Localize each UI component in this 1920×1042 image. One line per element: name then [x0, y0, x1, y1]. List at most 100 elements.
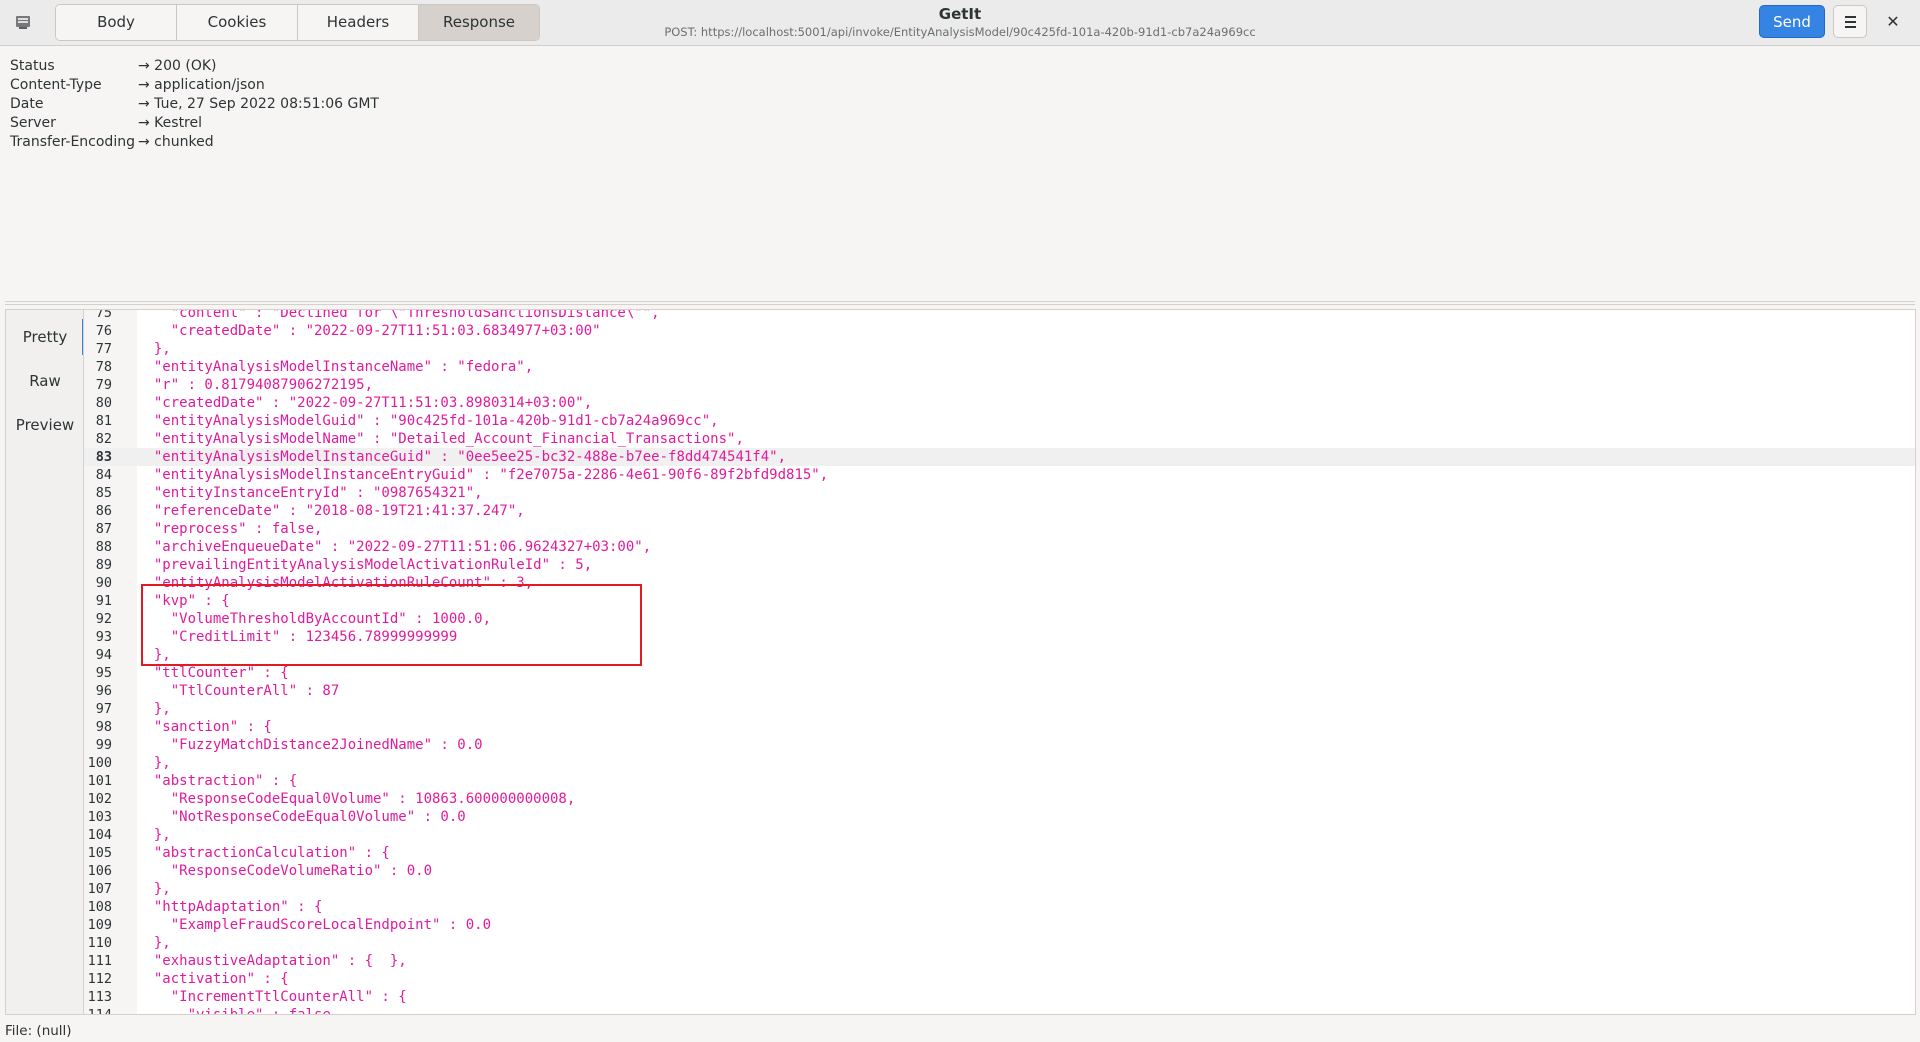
send-button[interactable]: Send	[1759, 5, 1825, 38]
line-text: "TtlCounterAll" : 87	[137, 683, 340, 699]
line-text: "abstraction" : {	[137, 773, 298, 789]
line-number: 107	[87, 881, 112, 897]
line-number: 108	[87, 899, 112, 915]
status-bar: File: (null)	[5, 1023, 72, 1039]
line-number: 111	[87, 953, 112, 969]
line-text: },	[137, 341, 171, 357]
code-line: 106 "ResponseCodeVolumeRatio" : 0.0	[84, 862, 1915, 880]
header-row: Content-Type → application/json	[10, 76, 379, 95]
header-value: → Tue, 27 Sep 2022 08:51:06 GMT	[138, 96, 379, 112]
line-text: "NotResponseCodeEqual0Volume" : 0.0	[137, 809, 466, 825]
tab-response[interactable]: Response	[419, 5, 539, 40]
code-line: 99 "FuzzyMatchDistance2JoinedName" : 0.0	[84, 736, 1915, 754]
line-text: "entityAnalysisModelInstanceGuid" : "0ee…	[137, 449, 787, 465]
tab-cookies[interactable]: Cookies	[177, 5, 298, 40]
line-text: "entityInstanceEntryId" : "0987654321",	[137, 485, 483, 501]
code-line: 105 "abstractionCalculation" : {	[84, 844, 1915, 862]
code-line: 110 },	[84, 934, 1915, 952]
tab-body[interactable]: Body	[56, 5, 177, 40]
code-line: 78 "entityAnalysisModelInstanceName" : "…	[84, 358, 1915, 376]
line-text: "entityAnalysisModelName" : "Detailed_Ac…	[137, 431, 744, 447]
line-text: "createdDate" : "2022-09-27T11:51:03.898…	[137, 395, 593, 411]
line-text: "createdDate" : "2022-09-27T11:51:03.683…	[137, 323, 601, 339]
code-line: 82 "entityAnalysisModelName" : "Detailed…	[84, 430, 1915, 448]
code-line: 97 },	[84, 700, 1915, 718]
line-text: "reprocess" : false,	[137, 521, 323, 537]
line-text: },	[137, 827, 171, 843]
line-number: 78	[95, 359, 112, 375]
line-number: 75	[95, 309, 112, 321]
header-name: Status	[10, 58, 55, 74]
line-number: 93	[95, 629, 112, 645]
line-text: "httpAdaptation" : {	[137, 899, 323, 915]
line-number: 84	[95, 467, 112, 483]
line-text: "entityAnalysisModelInstanceName" : "fed…	[137, 359, 534, 375]
close-icon[interactable]: ✕	[1882, 11, 1904, 33]
line-number: 83	[95, 449, 112, 465]
code-line: 80 "createdDate" : "2022-09-27T11:51:03.…	[84, 394, 1915, 412]
line-text: "prevailingEntityAnalysisModelActivation…	[137, 557, 593, 573]
window-title: GetIt	[938, 5, 982, 23]
line-number: 95	[95, 665, 112, 681]
line-text: },	[137, 701, 171, 717]
line-text: "ResponseCodeVolumeRatio" : 0.0	[137, 863, 433, 879]
code-line: 100 },	[84, 754, 1915, 772]
code-line: 103 "NotResponseCodeEqual0Volume" : 0.0	[84, 808, 1915, 826]
header-row: Server → Kestrel	[10, 114, 379, 133]
line-text: },	[137, 881, 171, 897]
tab-headers[interactable]: Headers	[298, 5, 419, 40]
code-line: 88 "archiveEnqueueDate" : "2022-09-27T11…	[84, 538, 1915, 556]
line-number: 101	[87, 773, 112, 789]
code-line: 101 "abstraction" : {	[84, 772, 1915, 790]
code-line: 87 "reprocess" : false,	[84, 520, 1915, 538]
view-mode-tabs: Pretty Raw Preview	[5, 309, 85, 1015]
line-number: 104	[87, 827, 112, 843]
tab-preview[interactable]: Preview	[6, 416, 84, 434]
line-text: },	[137, 755, 171, 771]
header-value: → 200 (OK)	[138, 58, 217, 74]
line-number: 106	[87, 863, 112, 879]
code-line: 77 },	[84, 340, 1915, 358]
code-line: 96 "TtlCounterAll" : 87	[84, 682, 1915, 700]
line-text: "entityAnalysisModelGuid" : "90c425fd-10…	[137, 413, 719, 429]
line-text: "content" : "Declined for \"ThresholdSan…	[137, 309, 660, 321]
pane-divider[interactable]	[5, 301, 1915, 305]
line-number: 92	[95, 611, 112, 627]
hamburger-menu-icon[interactable]	[1833, 5, 1867, 38]
line-number: 77	[95, 341, 112, 357]
header-row: Date → Tue, 27 Sep 2022 08:51:06 GMT	[10, 95, 379, 114]
app-icon	[16, 16, 30, 29]
code-line: 98 "sanction" : {	[84, 718, 1915, 736]
code-line: 112 "activation" : {	[84, 970, 1915, 988]
line-text: "entityAnalysisModelInstanceEntryGuid" :…	[137, 467, 829, 483]
header-name: Transfer-Encoding	[10, 134, 135, 150]
line-text: "archiveEnqueueDate" : "2022-09-27T11:51…	[137, 539, 652, 555]
line-text: "visible" : false,	[137, 1007, 340, 1015]
code-line: 76 "createdDate" : "2022-09-27T11:51:03.…	[84, 322, 1915, 340]
header-value: → Kestrel	[138, 115, 203, 131]
code-line: 95 "ttlCounter" : {	[84, 664, 1915, 682]
code-line: 85 "entityInstanceEntryId" : "0987654321…	[84, 484, 1915, 502]
line-number: 82	[95, 431, 112, 447]
code-line: 109 "ExampleFraudScoreLocalEndpoint" : 0…	[84, 916, 1915, 934]
line-number: 98	[95, 719, 112, 735]
line-text: "FuzzyMatchDistance2JoinedName" : 0.0	[137, 737, 483, 753]
line-text: "ResponseCodeEqual0Volume" : 10863.60000…	[137, 791, 576, 807]
line-number: 85	[95, 485, 112, 501]
line-number: 112	[87, 971, 112, 987]
code-line: 86 "referenceDate" : "2018-08-19T21:41:3…	[84, 502, 1915, 520]
header-name: Server	[10, 115, 56, 131]
line-number: 96	[95, 683, 112, 699]
request-tabs: Body Cookies Headers Response	[55, 4, 540, 41]
annotation-highlight-box	[141, 584, 642, 666]
tab-raw[interactable]: Raw	[6, 372, 84, 390]
line-text: "activation" : {	[137, 971, 289, 987]
line-text: "abstractionCalculation" : {	[137, 845, 390, 861]
line-number: 87	[95, 521, 112, 537]
header-value: → application/json	[138, 77, 265, 93]
code-line: 81 "entityAnalysisModelGuid" : "90c425fd…	[84, 412, 1915, 430]
line-number: 105	[87, 845, 112, 861]
request-url: POST: https://localhost:5001/api/invoke/…	[664, 25, 1256, 39]
tab-pretty[interactable]: Pretty	[6, 319, 85, 355]
code-line: 113 "IncrementTtlCounterAll" : {	[84, 988, 1915, 1006]
